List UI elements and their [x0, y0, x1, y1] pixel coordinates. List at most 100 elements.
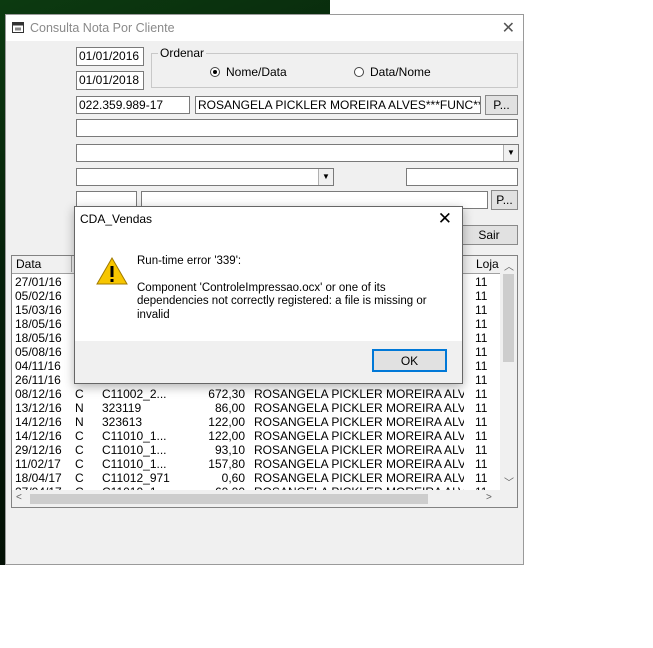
- date-start-input[interactable]: 01/01/2016: [76, 47, 144, 66]
- exit-button[interactable]: Sair: [460, 225, 518, 245]
- table-row[interactable]: 08/12/16 C C11002_2... 672,30 ROSANGELA PICK…: [12, 387, 502, 401]
- table-row[interactable]: 18/04/17 C C11012_971 0,60 ROSANGELA PICKLER…: [12, 471, 502, 485]
- cell-t: C: [75, 471, 84, 485]
- cell-date: 18/04/17: [15, 471, 62, 485]
- warning-icon: [96, 256, 128, 285]
- client-search-button[interactable]: P...: [485, 95, 518, 115]
- cell-t: C: [75, 443, 84, 457]
- cell-name: ROSANGELA PICKLER MOREIRA ALVE...: [254, 415, 464, 429]
- client-code-value: 022.359.989-17: [79, 98, 164, 112]
- cell-doc: C11010_1...: [102, 443, 167, 457]
- cell-t: N: [75, 401, 84, 415]
- error-dialog: CDA_Vendas ✕ Run-time error '339': Compo…: [74, 206, 463, 384]
- client-name-input[interactable]: ROSANGELA PICKLER MOREIRA ALVES***FUNC**…: [195, 96, 481, 114]
- dialog-message: Run-time error '339': Component 'Control…: [137, 255, 452, 322]
- ok-button[interactable]: OK: [372, 349, 447, 372]
- client-code-input[interactable]: 022.359.989-17: [76, 96, 190, 114]
- cell-val: 672,30: [208, 387, 245, 401]
- header-loja[interactable]: Loja: [472, 256, 502, 272]
- cell-loja: 11: [475, 387, 488, 401]
- cell-date: 18/05/16: [15, 331, 62, 345]
- cell-loja: 11: [475, 275, 488, 289]
- vertical-scrollbar[interactable]: ︿ ﹀: [500, 256, 517, 507]
- cell-date: 05/08/16: [15, 345, 62, 359]
- radio-name-date[interactable]: Nome/Data: [210, 65, 287, 79]
- scroll-up-icon[interactable]: ︿: [504, 258, 514, 273]
- cell-date: 26/11/16: [15, 373, 61, 387]
- cell-doc: C11010_1...: [102, 457, 167, 471]
- combo-row4[interactable]: ▼: [76, 144, 519, 162]
- cell-loja: 11: [475, 289, 488, 303]
- horizontal-scroll-thumb[interactable]: [30, 494, 428, 504]
- cell-loja: 11: [475, 373, 488, 387]
- cell-loja: 11: [475, 415, 488, 429]
- text-field-row3[interactable]: [76, 119, 518, 137]
- cell-loja: 11: [475, 317, 488, 331]
- cell-val: 157,80: [208, 457, 245, 471]
- cell-t: C: [75, 457, 84, 471]
- date-end-input[interactable]: 01/01/2018: [76, 71, 144, 90]
- cell-name: ROSANGELA PICKLER MOREIRA ALVE...: [254, 471, 464, 485]
- cell-date: 11/02/17: [15, 457, 61, 471]
- dialog-error-text: Component 'ControleImpressao.ocx' or one…: [137, 281, 427, 321]
- cell-val: 122,00: [208, 415, 245, 429]
- search-button-2-label: P...: [496, 193, 513, 207]
- search-button-2[interactable]: P...: [491, 190, 518, 210]
- table-row[interactable]: 14/12/16 N 323613 122,00 ROSANGELA PICKLER M…: [12, 415, 502, 429]
- cell-name: ROSANGELA PICKLER MOREIRA ALVE...: [254, 457, 464, 471]
- cell-doc: C11012_971: [102, 471, 170, 485]
- scroll-left-icon[interactable]: <: [16, 492, 22, 503]
- cell-name: ROSANGELA PICKLER MOREIRA ALVE...: [254, 443, 464, 457]
- table-row[interactable]: 13/12/16 N 323119 86,00 ROSANGELA PICKLER MO…: [12, 401, 502, 415]
- table-row[interactable]: 29/12/16 C C11010_1... 93,10 ROSANGELA PICKL…: [12, 443, 502, 457]
- scroll-down-icon[interactable]: ﹀: [504, 474, 514, 489]
- combo-row5[interactable]: ▼: [76, 168, 334, 186]
- cell-loja: 11: [475, 429, 488, 443]
- text-field-row5-right[interactable]: [406, 168, 518, 186]
- date-start-value: 01/01/2016: [79, 49, 140, 63]
- cell-date: 08/12/16: [15, 387, 62, 401]
- table-row[interactable]: 14/12/16 C C11010_1... 122,00 ROSANGELA PICK…: [12, 429, 502, 443]
- radio-date-name-label: Data/Nome: [370, 65, 431, 79]
- cell-doc: C11002_2...: [102, 387, 167, 401]
- table-row[interactable]: 11/02/17 C C11010_1... 157,80 ROSANGELA PICK…: [12, 457, 502, 471]
- window-close-icon[interactable]: ✕: [502, 18, 515, 38]
- radio-date-name[interactable]: Data/Nome: [354, 65, 431, 79]
- cell-name: ROSANGELA PICKLER MOREIRA ALVE...: [254, 429, 464, 443]
- cell-date: 14/12/16: [15, 429, 62, 443]
- cell-date: 05/02/16: [15, 289, 62, 303]
- order-groupbox: Ordenar Nome/Data Data/Nome: [151, 46, 518, 88]
- dialog-title: CDA_Vendas: [80, 212, 153, 226]
- radio-name-date-label: Nome/Data: [226, 65, 287, 79]
- cell-date: 18/05/16: [15, 317, 62, 331]
- cell-val: 86,00: [214, 401, 245, 415]
- title-bar: Consulta Nota Por Cliente ✕: [6, 15, 523, 41]
- cell-loja: 11: [475, 345, 488, 359]
- cell-doc: 323119: [102, 401, 142, 415]
- radio-checked-icon: [210, 67, 220, 77]
- app-window-icon: [12, 22, 24, 33]
- radio-unchecked-icon: [354, 67, 364, 77]
- dialog-error-code: Run-time error '339':: [137, 255, 242, 267]
- scroll-right-icon[interactable]: >: [486, 492, 492, 503]
- cell-date: 04/11/16: [15, 359, 61, 373]
- ok-button-label: OK: [400, 353, 419, 368]
- cell-val: 93,10: [214, 443, 245, 457]
- client-name-value: ROSANGELA PICKLER MOREIRA ALVES***FUNC**…: [198, 98, 481, 112]
- cell-date: 13/12/16: [15, 401, 62, 415]
- date-end-value: 01/01/2018: [79, 73, 140, 87]
- cell-date: 15/03/16: [15, 303, 62, 317]
- cell-loja: 11: [475, 457, 488, 471]
- cell-loja: 11: [475, 303, 488, 317]
- vertical-scroll-thumb[interactable]: [503, 274, 514, 362]
- chevron-down-icon[interactable]: ▼: [318, 169, 333, 185]
- horizontal-scrollbar[interactable]: < >: [12, 490, 517, 507]
- cell-loja: 11: [475, 401, 488, 415]
- cell-loja: 11: [475, 443, 488, 457]
- window-title: Consulta Nota Por Cliente: [30, 21, 175, 35]
- chevron-down-icon[interactable]: ▼: [503, 145, 518, 161]
- cell-name: ROSANGELA PICKLER MOREIRA ALVE...: [254, 401, 464, 415]
- cell-doc: C11010_1...: [102, 429, 167, 443]
- dialog-close-icon[interactable]: ✕: [438, 209, 452, 229]
- header-data[interactable]: Data: [12, 256, 72, 272]
